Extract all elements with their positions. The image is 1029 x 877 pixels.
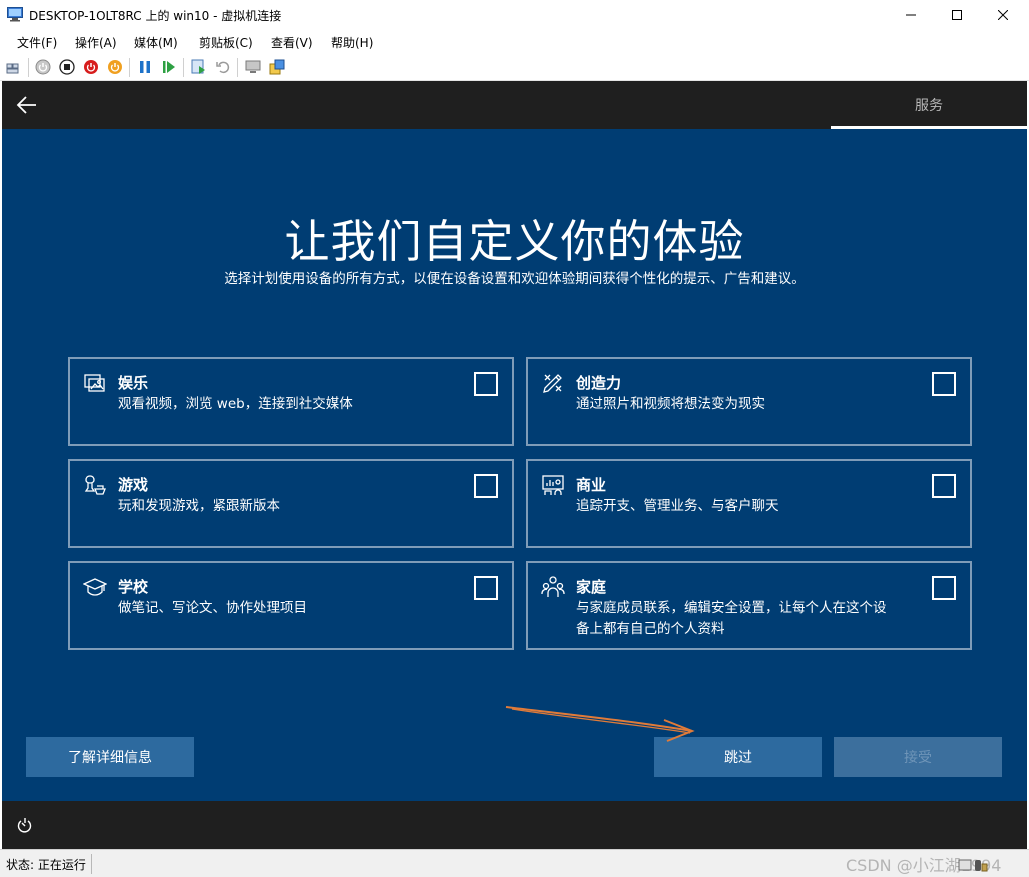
revert-icon [216,61,230,74]
toolbar-separator [183,58,184,77]
option-description: 玩和发现游戏，紧跟新版本 [118,498,280,514]
status-bar: 状态: 正在运行 CSDN @小江湖1994 [0,849,1029,877]
accessibility-icon[interactable] [16,817,34,835]
option-school[interactable]: 学校 做笔记、写论文、协作处理项目 [68,561,514,650]
pause-button[interactable] [137,59,153,75]
toolbar [0,54,1029,81]
vm-screen: 服务 让我们自定义你的体验 选择计划使用设备的所有方式，以便在设备设置和欢迎体验… [2,81,1027,849]
entertainment-icon [84,374,105,392]
maximize-button[interactable] [934,0,980,30]
option-checkbox[interactable] [474,372,498,396]
toolbar-separator [237,58,238,77]
menu-media[interactable]: 媒体(M) [134,34,178,51]
option-gaming[interactable]: 游戏 玩和发现游戏，紧跟新版本 [68,459,514,548]
toolbar-separator [129,58,130,77]
option-entertainment[interactable]: 娱乐 观看视频，浏览 web，连接到社交媒体 [68,357,514,446]
menu-action[interactable]: 操作(A) [75,34,117,51]
start-icon [35,59,51,75]
menu-view[interactable]: 查看(V) [271,34,313,51]
menu-help[interactable]: 帮助(H) [331,34,373,51]
ctrl-alt-del-icon [6,63,19,74]
creativity-icon [543,374,562,393]
menu-clipboard[interactable]: 剪贴板(C) [199,34,253,51]
window-title: DESKTOP-1OLT8RC 上的 win10 - 虚拟机连接 [29,9,282,23]
school-icon [83,578,107,596]
option-checkbox[interactable] [474,474,498,498]
accept-button[interactable]: 接受 [834,737,1002,777]
option-creativity[interactable]: 创造力 通过照片和视频将想法变为现实 [526,357,972,446]
option-description: 通过照片和视频将想法变为现实 [576,396,765,412]
revert-button[interactable] [215,59,231,75]
close-button[interactable] [980,0,1026,30]
turn-off-icon [59,59,75,75]
business-icon [542,475,564,495]
option-title: 游戏 [118,476,149,494]
resume-icon [163,61,175,73]
shutdown-button[interactable] [83,59,99,75]
shutdown-icon [84,60,98,74]
pause-icon [140,61,150,73]
checkpoint-icon [191,59,205,74]
power-icon [108,60,122,74]
option-title: 商业 [576,476,607,494]
oobe-header: 服务 [2,81,1027,129]
status-separator [91,854,92,874]
option-business[interactable]: 商业 追踪开支、管理业务、与客户聊天 [526,459,972,548]
option-description: 观看视频，浏览 web，连接到社交媒体 [118,396,353,412]
start-button[interactable] [35,59,51,75]
family-icon [541,576,565,597]
learn-more-button[interactable]: 了解详细信息 [26,737,194,777]
option-checkbox[interactable] [932,576,956,600]
option-checkbox[interactable] [932,372,956,396]
menu-bar: 文件(F) 操作(A) 媒体(M) 剪贴板(C) 查看(V) 帮助(H) [0,30,1029,54]
enhanced-session-icon [245,60,261,73]
keyboard-lock-icon [958,859,988,872]
back-arrow-icon[interactable] [16,95,38,115]
vm-connection-icon [7,7,23,22]
option-checkbox[interactable] [932,474,956,498]
page-title: 让我们自定义你的体验 [284,215,745,268]
turn-off-button[interactable] [59,59,75,75]
option-title: 创造力 [576,374,622,392]
option-title: 家庭 [576,578,607,596]
skip-button[interactable]: 跳过 [654,737,822,777]
oobe-footer [2,801,1027,849]
power-button[interactable] [107,59,123,75]
minimize-icon [906,14,916,16]
option-family[interactable]: 家庭 与家庭成员联系，编辑安全设置，让每个人在这个设备上都有自己的个人资料 [526,561,972,650]
option-title: 学校 [118,578,149,596]
menu-file[interactable]: 文件(F) [17,34,57,51]
maximize-icon [952,10,962,20]
toolbar-separator [28,58,29,77]
ctrl-alt-del-button[interactable] [6,59,22,75]
enhanced-session-button[interactable] [245,59,261,75]
services-tab: 服务 [915,98,943,114]
title-bar: DESKTOP-1OLT8RC 上的 win10 - 虚拟机连接 [0,0,1029,30]
option-description: 做笔记、写论文、协作处理项目 [118,600,307,616]
services-tab-underline [831,126,1027,129]
option-title: 娱乐 [118,374,149,392]
share-icon [269,59,285,75]
minimize-button[interactable] [888,0,934,30]
status-text: 状态: 正在运行 [6,858,86,872]
option-checkbox[interactable] [474,576,498,600]
option-description: 追踪开支、管理业务、与客户聊天 [576,498,779,514]
option-description: 与家庭成员联系，编辑安全设置，让每个人在这个设备上都有自己的个人资料 [576,600,887,637]
resume-button[interactable] [161,59,177,75]
close-icon [998,10,1008,20]
checkpoint-button[interactable] [191,59,207,75]
share-button[interactable] [269,59,285,75]
gaming-icon [84,475,106,495]
page-subtitle: 选择计划使用设备的所有方式，以便在设备设置和欢迎体验期间获得个性化的提示、广告和… [224,271,805,287]
